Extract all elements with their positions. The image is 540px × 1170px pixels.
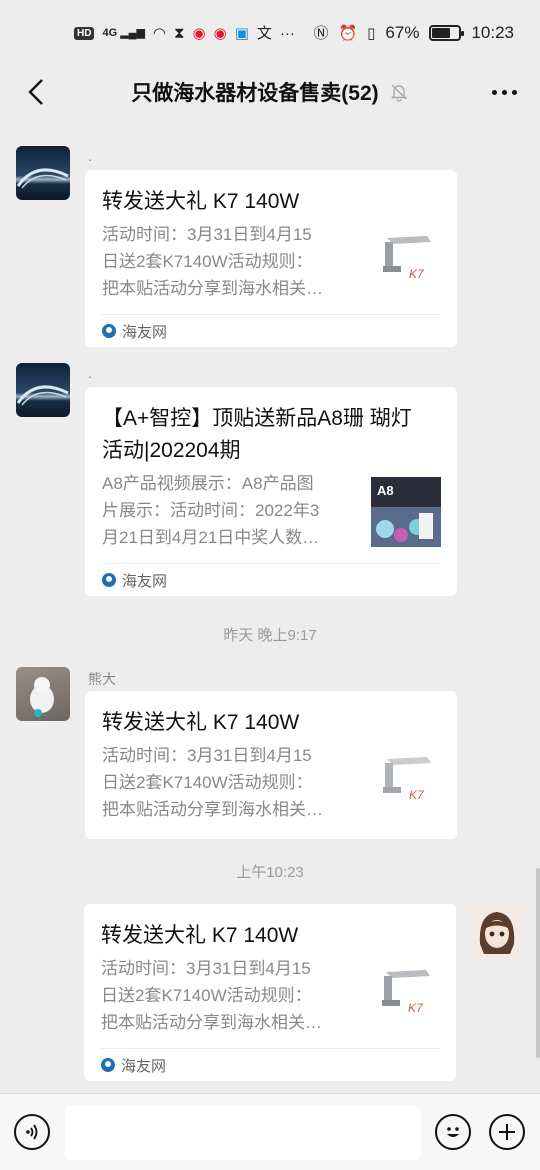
page-title: 只做海水器材设备售卖(52) — [131, 82, 379, 105]
avatar-image — [16, 168, 69, 189]
lamp-thumbnail: K7 — [371, 228, 441, 298]
source-logo-icon — [102, 573, 116, 587]
thumb-label: A8 — [377, 483, 394, 498]
card-source: 海友网 — [102, 563, 441, 596]
card-body: A8产品视频展示：A8产品图 片展示：活动时间：2022年3 月21日到4月21… — [102, 470, 441, 551]
card-body: 活动时间：3月31日到4月15 日送2套K7140W活动规则： 把本贴活动分享到… — [102, 221, 441, 302]
desc-line: A8产品视频展示：A8产品图 — [102, 474, 314, 493]
scrollbar[interactable] — [536, 868, 540, 1058]
card-title: 【A+智控】顶贴送新品A8珊 瑚灯 活动|202204期 — [102, 403, 441, 467]
sender-name: . — [88, 365, 92, 381]
card-source: 海友网 — [102, 314, 441, 347]
battery-icon — [429, 25, 465, 41]
card-title: 转发送大礼 K7 140W — [102, 711, 300, 734]
lamp-thumbnail: K7 — [371, 749, 441, 819]
card-title-line: 【A+智控】顶贴送新品A8珊 瑚灯 — [102, 407, 412, 430]
link-card[interactable]: 转发送大礼 K7 140W 活动时间：3月31日到4月15 日送2套K7140W… — [85, 691, 457, 839]
chevron-left-icon — [28, 79, 43, 105]
desc-line: 把本贴活动分享到海水相关… — [101, 1013, 322, 1032]
a8-thumbnail: A8 — [371, 477, 441, 547]
emoji-button[interactable] — [435, 1114, 471, 1150]
alarm-icon: ⏰ — [338, 24, 358, 42]
card-description: 活动时间：3月31日到4月15 日送2套K7140W活动规则： 把本贴活动分享到… — [102, 742, 359, 823]
weibo-icon: ◉ — [192, 24, 206, 42]
status-left: HD 4G ▂▄▆ ◠ ⧗ ◉ ◉ ▣ 文 ··· — [74, 26, 295, 41]
back-button[interactable] — [16, 72, 56, 112]
card-description: 活动时间：3月31日到4月15 日送2套K7140W活动规则： 把本贴活动分享到… — [101, 955, 358, 1036]
sender-name: . — [88, 148, 92, 164]
avatar[interactable] — [16, 667, 70, 721]
more-button[interactable] — [484, 74, 524, 110]
svg-text:K7: K7 — [409, 267, 425, 281]
sender-name: 熊大 — [88, 671, 116, 687]
battery-fill — [432, 28, 450, 38]
avatar-image — [30, 677, 54, 717]
svg-text:K7: K7 — [409, 788, 425, 802]
voice-icon — [26, 1124, 38, 1140]
hourglass-icon: ⧗ — [174, 24, 185, 42]
desc-line: 把本贴活动分享到海水相关… — [102, 279, 323, 298]
avatar[interactable] — [16, 363, 70, 417]
input-bar — [0, 1093, 540, 1170]
card-description: A8产品视频展示：A8产品图 片展示：活动时间：2022年3 月21日到4月21… — [102, 470, 359, 551]
nfc-icon: Ⓝ — [313, 24, 329, 42]
card-title-line: 活动|202204期 — [102, 439, 241, 462]
more-dot — [501, 89, 507, 95]
more-dot — [511, 89, 517, 95]
card-body: 活动时间：3月31日到4月15 日送2套K7140W活动规则： 把本贴活动分享到… — [101, 955, 440, 1036]
battery-percent: 67% — [385, 23, 420, 42]
desc-line: 日送2套K7140W活动规则： — [101, 986, 312, 1005]
source-logo-icon — [101, 1058, 115, 1072]
status-right: Ⓝ ⏰ ▯ 67% 10:23 — [313, 23, 514, 43]
avatar[interactable] — [16, 146, 70, 200]
timestamp: 昨天 晚上9:17 — [223, 627, 317, 644]
card-source: 海友网 — [101, 1048, 440, 1081]
status-bar: HD 4G ▂▄▆ ◠ ⧗ ◉ ◉ ▣ 文 ··· Ⓝ ⏰ ▯ 67% 10:2… — [0, 0, 540, 66]
desc-line: 把本贴活动分享到海水相关… — [102, 800, 323, 819]
plus-icon — [499, 1124, 515, 1140]
clock: 10:23 — [471, 23, 514, 42]
card-description: 活动时间：3月31日到4月15 日送2套K7140W活动规则： 把本贴活动分享到… — [102, 221, 359, 302]
desc-line: 活动时间：3月31日到4月15 — [102, 225, 312, 244]
more-notifications-icon: ··· — [279, 24, 295, 42]
timestamp: 上午10:23 — [236, 864, 304, 881]
link-card[interactable]: 转发送大礼 K7 140W 活动时间：3月31日到4月15 日送2套K7140W… — [85, 170, 457, 347]
wifi-icon: ◠ — [152, 24, 167, 42]
source-logo-icon — [102, 324, 116, 338]
source-name: 海友网 — [121, 1057, 167, 1075]
message-input[interactable] — [65, 1106, 421, 1160]
desc-line: 日送2套K7140W活动规则： — [102, 773, 313, 792]
desc-line: 活动时间：3月31日到4月15 — [101, 959, 311, 978]
delivery-icon: ▣ — [234, 24, 249, 42]
lamp-thumbnail: K7 — [370, 962, 440, 1032]
card-title: 转发送大礼 K7 140W — [102, 190, 300, 213]
my-avatar[interactable] — [470, 904, 524, 958]
signal-icon: 4G ▂▄▆ — [102, 26, 145, 39]
desc-line: 片展示：活动时间：2022年3 — [102, 501, 320, 520]
link-card[interactable]: 转发送大礼 K7 140W 活动时间：3月31日到4月15 日送2套K7140W… — [84, 904, 456, 1081]
add-button[interactable] — [489, 1114, 525, 1150]
translate-icon: 文 — [256, 24, 272, 42]
avatar-image — [479, 912, 515, 954]
avatar-image — [16, 385, 69, 406]
link-card[interactable]: 【A+智控】顶贴送新品A8珊 瑚灯 活动|202204期 A8产品视频展示：A8… — [85, 387, 457, 596]
card-title: 转发送大礼 K7 140W — [101, 924, 299, 947]
voice-button[interactable] — [14, 1114, 50, 1150]
source-name: 海友网 — [122, 572, 168, 590]
vibrate-icon: ▯ — [367, 24, 376, 42]
title-group: 只做海水器材设备售卖(52) — [131, 77, 408, 107]
desc-line: 月21日到4月21日中奖人数… — [102, 528, 320, 547]
network-type: 4G — [102, 26, 118, 39]
desc-line: 活动时间：3月31日到4月15 — [102, 746, 312, 765]
chat-header: 只做海水器材设备售卖(52) — [0, 66, 540, 118]
emoji-icon — [447, 1127, 459, 1137]
hd-badge: HD — [74, 26, 95, 40]
bell-off-icon — [390, 84, 407, 102]
desc-line: 日送2套K7140W活动规则： — [102, 252, 313, 271]
source-name: 海友网 — [122, 323, 168, 341]
weibo-icon-2: ◉ — [213, 24, 227, 42]
svg-text:K7: K7 — [408, 1001, 424, 1015]
card-body: 活动时间：3月31日到4月15 日送2套K7140W活动规则： 把本贴活动分享到… — [102, 742, 441, 823]
more-dot — [491, 89, 497, 95]
